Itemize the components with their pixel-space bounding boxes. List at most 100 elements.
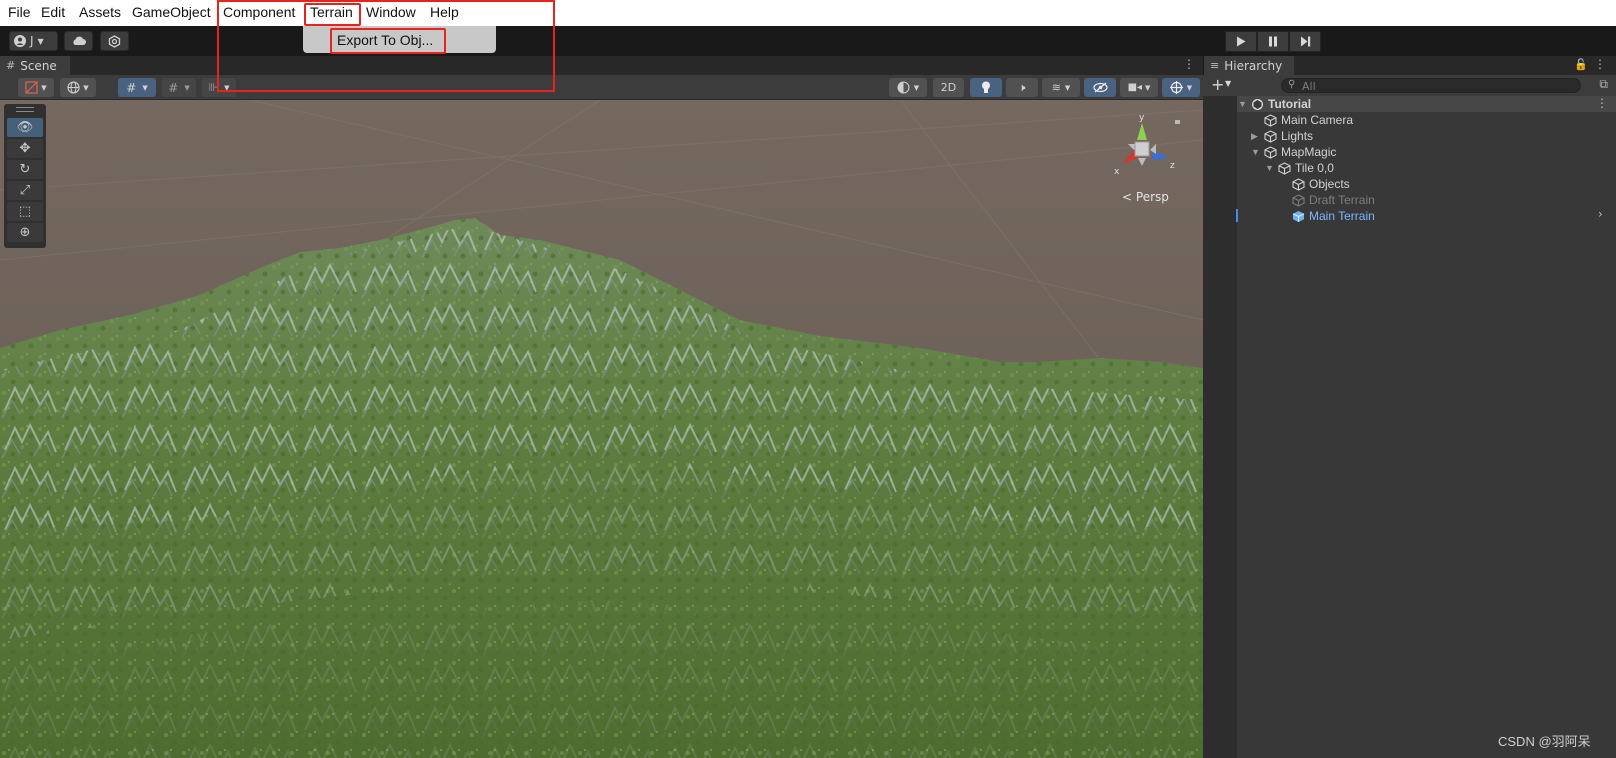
hierarchy-gutter: [1203, 96, 1237, 758]
layers-icon: ≋: [1051, 81, 1061, 94]
move-icon: ✥: [19, 141, 31, 156]
draw-mode-button[interactable]: ▼: [18, 78, 54, 97]
hierarchy-item-lights[interactable]: ▶ Lights: [1251, 128, 1313, 144]
chevron-down-icon: ▼: [913, 83, 920, 92]
export-to-obj-item[interactable]: Export To Obj...: [330, 29, 445, 51]
toggle-2d-button[interactable]: 2D: [933, 78, 964, 97]
pause-button[interactable]: [1257, 31, 1289, 52]
menu-component[interactable]: Component: [223, 4, 295, 20]
kebab-menu-icon[interactable]: ⋮: [1594, 57, 1606, 71]
eye-icon: 👁: [16, 120, 34, 135]
collab-button[interactable]: [100, 31, 129, 51]
scale-tool[interactable]: ⤢: [7, 181, 43, 200]
hierarchy-item-main-camera[interactable]: Main Camera: [1264, 112, 1353, 128]
audio-toggle-button[interactable]: 🕨: [1006, 78, 1038, 97]
hierarchy-item-mapmagic[interactable]: ▼ MapMagic: [1251, 144, 1336, 160]
kebab-menu-icon[interactable]: ⋮: [1596, 96, 1608, 110]
hierarchy-item-label: Draft Terrain: [1309, 193, 1375, 207]
expand-arrow-icon[interactable]: ▼: [1265, 163, 1275, 173]
menu-help[interactable]: Help: [430, 4, 459, 20]
effects-button[interactable]: ≋ ▼: [1042, 78, 1080, 97]
hierarchy-item-label: Tutorial: [1268, 97, 1312, 111]
tab-scene[interactable]: # Scene: [0, 56, 70, 75]
search-filter-icon[interactable]: ⧉: [1599, 77, 1608, 92]
menu-gameobject[interactable]: GameObject: [132, 4, 211, 20]
menu-file[interactable]: File: [8, 4, 31, 20]
hidden-objects-button[interactable]: [1084, 78, 1116, 97]
collapse-arrow-icon[interactable]: ▶: [1251, 131, 1261, 142]
gizmo-x-label: x: [1114, 167, 1120, 177]
terrain-render: [0, 100, 1203, 758]
play-button[interactable]: [1225, 31, 1257, 52]
kebab-menu-icon[interactable]: ⋮: [1183, 57, 1195, 71]
chevron-down-icon: ▼: [83, 83, 89, 92]
increment-snap-button[interactable]: ⊪ ▼: [202, 78, 236, 97]
account-button[interactable]: J ▼: [9, 31, 58, 51]
menu-window[interactable]: Window: [366, 4, 416, 20]
chevron-down-icon: ▼: [184, 83, 190, 92]
tab-hierarchy[interactable]: ≡ Hierarchy: [1204, 56, 1294, 75]
chevron-down-icon[interactable]: ▼: [1225, 79, 1231, 88]
step-icon: [1300, 36, 1310, 47]
menu-bar: File Edit Assets GameObject Component Te…: [0, 0, 1616, 26]
play-icon: [1237, 36, 1246, 47]
cloud-button[interactable]: [64, 31, 93, 51]
hierarchy-item-label: MapMagic: [1281, 145, 1337, 159]
hierarchy-item-tutorial[interactable]: ▼ Tutorial: [1238, 96, 1311, 112]
scene-toolbar: ▼ ▼ # ▼ # ▼ ⊪ ▼ ▼ 2D 🕨 ≋ ▼ ■◂ ▼ ▼: [0, 75, 1203, 100]
lock-icon[interactable]: 🔓: [1574, 58, 1588, 71]
chevron-right-icon[interactable]: ›: [1598, 207, 1603, 221]
rotate-tool[interactable]: ↻: [7, 160, 43, 179]
eye-slash-icon: [1092, 82, 1108, 93]
projection-label[interactable]: < Persp: [1122, 190, 1169, 204]
expand-arrow-icon[interactable]: ▼: [1251, 147, 1261, 157]
search-icon: ⚲: [1288, 79, 1296, 90]
gameobject-cube-icon: [1278, 161, 1291, 175]
scene-tabbar: # Scene ⋮: [0, 56, 1203, 75]
global-local-button[interactable]: ▼: [60, 78, 96, 97]
hierarchy-item-label: Main Terrain: [1309, 209, 1375, 223]
camera-settings-button[interactable]: ■◂ ▼: [1120, 78, 1158, 97]
gameobject-cube-icon: [1264, 129, 1277, 143]
scene-viewport[interactable]: y x z < Persp: [0, 100, 1203, 758]
shading-mode-button[interactable]: ▼: [889, 78, 927, 97]
chevron-down-icon: ▼: [41, 83, 47, 92]
grid-visibility-button[interactable]: # ▼: [162, 78, 196, 97]
hierarchy-item-label: Main Camera: [1281, 113, 1354, 127]
drag-handle-icon[interactable]: [16, 107, 34, 112]
move-tool[interactable]: ✥: [7, 139, 43, 158]
chevron-down-icon: ▼: [224, 83, 230, 92]
hierarchy-item-draft-terrain[interactable]: Draft Terrain: [1292, 192, 1375, 208]
gameobject-cube-icon: [1292, 210, 1305, 222]
gameobject-cube-icon: [1264, 145, 1277, 159]
sphere-icon: [897, 81, 910, 94]
grid-icon: #: [6, 59, 16, 72]
transform-tool[interactable]: ⊕: [7, 223, 43, 242]
step-button[interactable]: [1289, 31, 1321, 52]
lightbulb-icon: [982, 81, 990, 93]
menu-terrain[interactable]: Terrain: [310, 4, 353, 20]
watermark-text: CSDN @羽阿呆: [1498, 734, 1591, 749]
hierarchy-item-main-terrain[interactable]: Main Terrain: [1292, 208, 1375, 224]
hierarchy-search-input[interactable]: ⚲ All: [1281, 78, 1581, 93]
rect-tool[interactable]: ⬚: [7, 202, 43, 221]
menu-edit[interactable]: Edit: [41, 4, 65, 20]
add-icon[interactable]: +: [1211, 75, 1224, 94]
chevron-down-icon: ▼: [1064, 83, 1071, 92]
account-icon: [14, 35, 26, 47]
menu-assets[interactable]: Assets: [79, 4, 121, 20]
camera-icon: ■◂: [1127, 82, 1143, 93]
main-toolbar: J ▼: [0, 26, 1616, 56]
expand-arrow-icon[interactable]: ▼: [1238, 99, 1248, 109]
hierarchy-item-objects[interactable]: Objects: [1292, 176, 1350, 192]
grid-snap-button[interactable]: # ▼: [118, 78, 156, 97]
hierarchy-item-tile-0-0[interactable]: ▼ Tile 0,0: [1265, 160, 1334, 176]
lighting-toggle-button[interactable]: [970, 78, 1002, 97]
gameobject-cube-icon: [1292, 193, 1305, 207]
gizmos-button[interactable]: ▼: [1162, 78, 1200, 97]
view-tool[interactable]: 👁: [7, 118, 43, 137]
play-controls: [1225, 31, 1321, 52]
hierarchy-item-label: Objects: [1309, 177, 1350, 191]
grid-snap-icon: #: [126, 80, 137, 95]
ruler-icon: ⊪: [208, 81, 219, 94]
